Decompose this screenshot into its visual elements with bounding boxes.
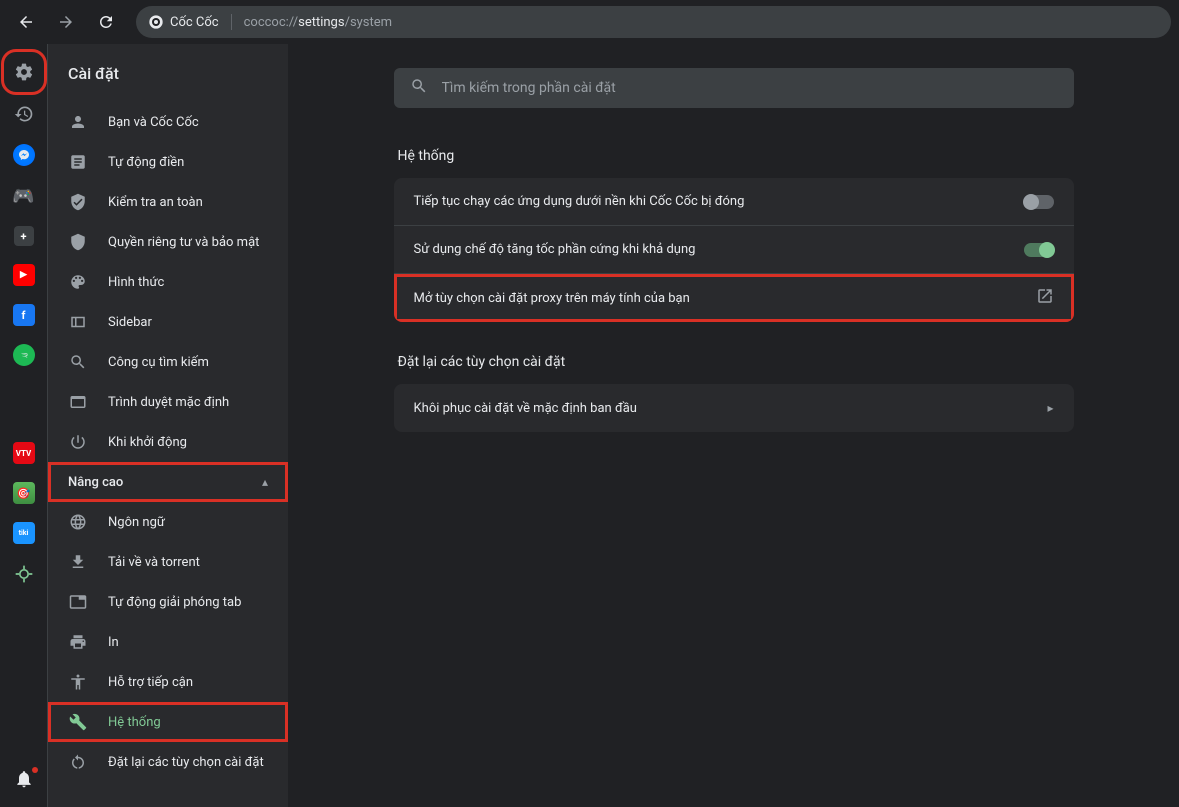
nav-reset[interactable]: Đặt lại các tùy chọn cài đặt: [48, 742, 288, 782]
chevron-up-icon: ▴: [262, 475, 268, 489]
open-external-icon: [1036, 287, 1054, 309]
print-icon: [68, 632, 88, 652]
spotify-icon[interactable]: [13, 344, 35, 366]
forward-button[interactable]: [48, 4, 84, 40]
toggle-background-apps[interactable]: [1024, 195, 1054, 209]
nav-search[interactable]: Công cụ tìm kiếm: [48, 342, 288, 382]
nav-system[interactable]: Hệ thống: [48, 702, 288, 742]
nav-downloads[interactable]: Tải về và torrent: [48, 542, 288, 582]
messenger-icon[interactable]: [13, 144, 35, 166]
restore-icon: [68, 752, 88, 772]
address-bar[interactable]: Cốc Cốc coccoc://settings/system: [136, 6, 1171, 38]
back-button[interactable]: [8, 4, 44, 40]
globe-icon: [68, 512, 88, 532]
search-icon: [410, 77, 428, 99]
game-icon[interactable]: 🎯: [13, 482, 35, 504]
nav-appearance[interactable]: Hình thức: [48, 262, 288, 302]
download-icon: [68, 552, 88, 572]
wrench-icon: [68, 712, 88, 732]
reset-section-title: Đặt lại các tùy chọn cài đặt: [394, 354, 1074, 370]
nav-accessibility[interactable]: Hỗ trợ tiếp cận: [48, 662, 288, 702]
shield-icon: [68, 232, 88, 252]
add-icon[interactable]: +: [14, 226, 34, 246]
shield-check-icon: [68, 192, 88, 212]
tool-icon[interactable]: [12, 562, 36, 586]
game-controller-icon[interactable]: 🎮: [12, 184, 36, 208]
nav-language[interactable]: Ngôn ngữ: [48, 502, 288, 542]
system-section-title: Hệ thống: [394, 148, 1074, 164]
chevron-right-icon: ▸: [1047, 401, 1053, 415]
accessibility-icon: [68, 672, 88, 692]
vtv-icon[interactable]: VTV: [13, 442, 35, 464]
power-icon: [68, 432, 88, 452]
palette-icon: [68, 272, 88, 292]
row-proxy-settings[interactable]: Mở tùy chọn cài đặt proxy trên máy tính …: [394, 274, 1074, 322]
search-input[interactable]: [442, 80, 1058, 96]
nav-startup[interactable]: Khi khởi động: [48, 422, 288, 462]
row-background-apps[interactable]: Tiếp tục chạy các ứng dụng dưới nền khi …: [394, 178, 1074, 226]
nav-advanced-section[interactable]: Nâng cao ▴: [48, 462, 288, 502]
gear-icon[interactable]: [12, 60, 36, 84]
settings-title: Cài đặt: [48, 44, 288, 102]
nav-safety[interactable]: Kiểm tra an toàn: [48, 182, 288, 222]
reload-button[interactable]: [88, 4, 124, 40]
bell-icon[interactable]: [12, 767, 36, 791]
sidebar-icon: [68, 312, 88, 332]
tiki-icon[interactable]: tiki: [13, 522, 35, 544]
browser-toolbar: Cốc Cốc coccoc://settings/system: [0, 0, 1179, 44]
nav-you-and-coccoc[interactable]: Bạn và Cốc Cốc: [48, 102, 288, 142]
person-icon: [68, 112, 88, 132]
nav-autofill[interactable]: Tự động điền: [48, 142, 288, 182]
youtube-icon[interactable]: ▶: [13, 264, 35, 286]
nav-print[interactable]: In: [48, 622, 288, 662]
facebook-icon[interactable]: f: [13, 304, 35, 326]
settings-sidebar: Cài đặt Bạn và Cốc Cốc Tự động điền Kiểm…: [48, 44, 288, 807]
settings-search[interactable]: [394, 68, 1074, 108]
vertical-sidebar: 🎮 + ▶ f VTV 🎯 tiki: [0, 44, 48, 807]
autofill-icon: [68, 152, 88, 172]
coccoc-logo-icon: [148, 14, 164, 30]
toggle-hw-accel[interactable]: [1024, 243, 1054, 257]
browser-name: Cốc Cốc: [170, 15, 219, 30]
browser-icon: [68, 392, 88, 412]
nav-privacy[interactable]: Quyền riêng tư và bảo mật: [48, 222, 288, 262]
row-hw-accel[interactable]: Sử dụng chế độ tăng tốc phần cứng khi kh…: [394, 226, 1074, 274]
nav-default-browser[interactable]: Trình duyệt mặc định: [48, 382, 288, 422]
nav-tab-freeing[interactable]: Tự động giải phóng tab: [48, 582, 288, 622]
nav-sidebar[interactable]: Sidebar: [48, 302, 288, 342]
tab-icon: [68, 592, 88, 612]
url-text: coccoc://settings/system: [244, 15, 392, 30]
history-icon[interactable]: [12, 102, 36, 126]
settings-content: Hệ thống Tiếp tục chạy các ứng dụng dưới…: [288, 44, 1179, 807]
row-restore-defaults[interactable]: Khôi phục cài đặt về mặc định ban đầu ▸: [394, 384, 1074, 432]
search-icon: [68, 352, 88, 372]
